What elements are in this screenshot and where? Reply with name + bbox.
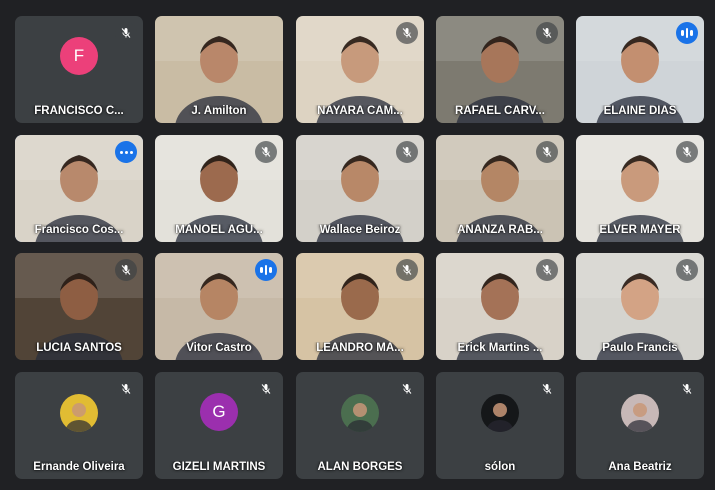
participant-grid: F FRANCISCO C... J. Amilton NAYARA CAM... RA… — [15, 16, 705, 486]
participant-name: ELAINE DIAS — [603, 105, 677, 117]
mic-off-icon — [396, 259, 418, 281]
participant-name: NAYARA CAM... — [317, 105, 403, 117]
participant-name: ALAN BORGES — [317, 461, 403, 473]
participant-name: Érick Martins ... — [457, 342, 543, 354]
participant-name: Wallace Beiroz — [319, 224, 401, 236]
mic-off-icon — [536, 378, 558, 400]
participant-name: Francisco Cos... — [34, 224, 124, 236]
participant-tile[interactable]: Paulo Francis — [576, 253, 704, 360]
mic-off-icon — [255, 378, 277, 400]
mic-off-icon — [396, 378, 418, 400]
mic-off-icon — [396, 22, 418, 44]
avatar — [60, 394, 98, 432]
more-options-icon[interactable] — [115, 141, 137, 163]
participant-tile[interactable]: ELAINE DIAS — [576, 16, 704, 123]
participant-tile[interactable]: Ernande Oliveira — [15, 372, 143, 479]
participant-tile[interactable]: Wallace Beiroz — [296, 135, 424, 242]
mic-off-icon — [115, 22, 137, 44]
mic-off-icon — [676, 378, 698, 400]
mic-off-icon — [676, 141, 698, 163]
participant-name: RAFAEL CARV... — [455, 105, 545, 117]
participant-name: MANOEL AGU... — [175, 224, 263, 236]
participant-name: ELVER MAYER — [599, 224, 681, 236]
participant-name: Ana Beatriz — [608, 461, 672, 473]
mic-off-icon — [536, 259, 558, 281]
participant-name: Ernande Oliveira — [33, 461, 125, 473]
participant-tile[interactable]: ANANZA RAB... — [436, 135, 564, 242]
participant-name: FRANCISCO C... — [34, 105, 124, 117]
participant-tile[interactable]: sólon — [436, 372, 564, 479]
participant-tile[interactable]: F FRANCISCO C... — [15, 16, 143, 123]
participant-name: J. Amilton — [191, 105, 247, 117]
participant-name: Paulo Francis — [602, 342, 678, 354]
participant-tile[interactable]: ALAN BORGES — [296, 372, 424, 479]
participant-tile[interactable]: RAFAEL CARV... — [436, 16, 564, 123]
participant-tile[interactable]: Ana Beatriz — [576, 372, 704, 479]
participant-name: Vitor Castro — [186, 342, 252, 354]
participant-name: LUCIA SANTOS — [36, 342, 122, 354]
avatar — [621, 394, 659, 432]
participant-tile[interactable]: G GIZELI MARTINS — [155, 372, 283, 479]
participant-tile[interactable]: LUCIA SANTOS — [15, 253, 143, 360]
mic-off-icon — [536, 141, 558, 163]
mic-off-icon — [396, 141, 418, 163]
avatar — [481, 394, 519, 432]
participant-tile[interactable]: Érick Martins ... — [436, 253, 564, 360]
participant-tile[interactable]: MANOEL AGU... — [155, 135, 283, 242]
avatar: F — [60, 37, 98, 75]
avatar — [341, 394, 379, 432]
participant-tile[interactable]: NAYARA CAM... — [296, 16, 424, 123]
mic-off-icon — [255, 141, 277, 163]
mic-off-icon — [536, 22, 558, 44]
participant-tile[interactable]: Francisco Cos... — [15, 135, 143, 242]
participant-name: ANANZA RAB... — [457, 224, 543, 236]
participant-tile[interactable]: J. Amilton — [155, 16, 283, 123]
participant-name: GIZELI MARTINS — [172, 461, 266, 473]
mic-off-icon — [115, 259, 137, 281]
audio-level-icon — [676, 22, 698, 44]
avatar: G — [200, 393, 238, 431]
participant-name: LEANDRO MA... — [316, 342, 404, 354]
participant-tile[interactable]: ELVER MAYER — [576, 135, 704, 242]
mic-off-icon — [676, 259, 698, 281]
participant-name: sólon — [484, 461, 516, 473]
mic-off-icon — [115, 378, 137, 400]
audio-level-icon — [255, 259, 277, 281]
participant-tile[interactable]: LEANDRO MA... — [296, 253, 424, 360]
participant-tile[interactable]: Vitor Castro — [155, 253, 283, 360]
